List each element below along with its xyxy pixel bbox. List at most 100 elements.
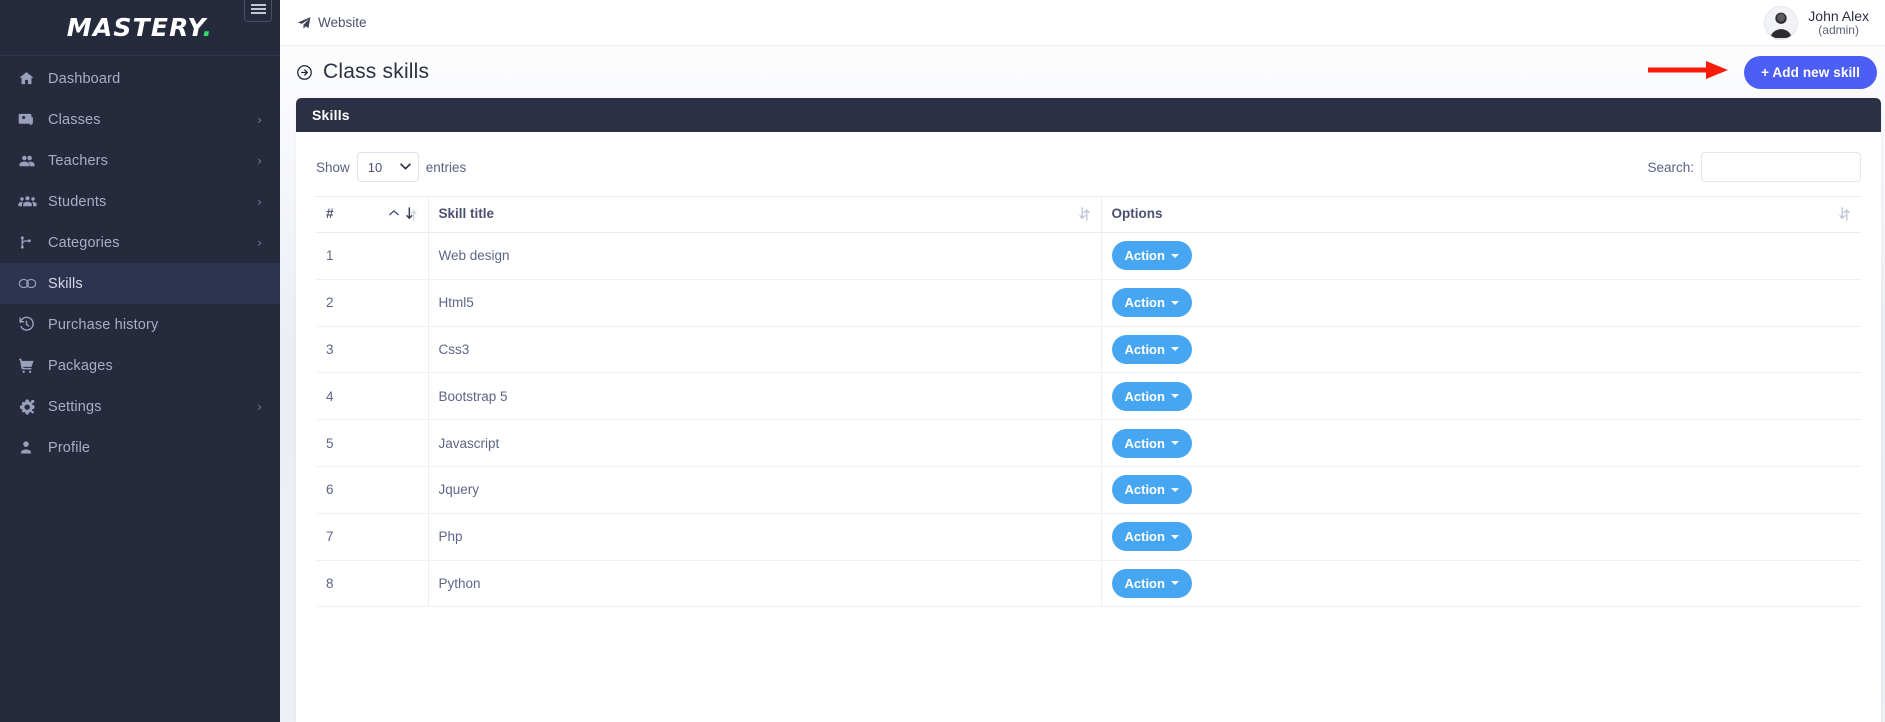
cell-number: 1: [316, 232, 429, 280]
column-header-skill-title[interactable]: Skill title: [428, 196, 1102, 233]
caret-down-icon: [1170, 581, 1179, 586]
cell-options: Action: [1101, 560, 1861, 608]
action-dropdown-button[interactable]: Action: [1111, 241, 1192, 271]
sort-ascending-icon[interactable]: [405, 206, 418, 221]
home-icon: [18, 69, 48, 89]
sidebar-item-settings[interactable]: Settings ›: [0, 386, 280, 427]
cell-options: Action: [1101, 326, 1861, 374]
cell-number: 5: [316, 419, 429, 467]
website-link[interactable]: Website: [292, 15, 367, 30]
sidebar-item-label: Settings: [48, 398, 102, 415]
action-label: Action: [1124, 248, 1165, 264]
column-header-options[interactable]: Options: [1101, 196, 1861, 233]
action-dropdown-button[interactable]: Action: [1111, 522, 1192, 552]
card-header: Skills: [296, 98, 1881, 132]
action-dropdown-button[interactable]: Action: [1111, 475, 1192, 505]
action-label: Action: [1124, 295, 1165, 311]
table-row: 1 Web design Action: [316, 232, 1861, 280]
cell-skill-title: Python: [428, 560, 1102, 608]
annotation-arrow-icon: [1648, 57, 1740, 88]
sidebar-item-label: Packages: [48, 357, 113, 374]
caret-down-icon: [1170, 347, 1179, 352]
action-dropdown-button[interactable]: Action: [1111, 334, 1192, 364]
column-label: Skill title: [438, 206, 495, 221]
table-row: 4 Bootstrap 5 Action: [316, 372, 1861, 421]
column-label: #: [326, 206, 334, 221]
sidebar-item-label: Dashboard: [48, 70, 121, 87]
cell-number: 4: [316, 372, 429, 421]
datatable-controls: Show 10 25 50 100 ent: [316, 146, 1861, 196]
action-dropdown-button[interactable]: Action: [1111, 568, 1192, 598]
sidebar-item-classes[interactable]: Classes ›: [0, 99, 280, 140]
page-header-actions: + Add new skill: [1648, 55, 1877, 89]
cell-number: 2: [316, 279, 429, 327]
website-link-label: Website: [318, 15, 367, 30]
sort-icon[interactable]: [1078, 206, 1091, 221]
action-label: Action: [1124, 529, 1165, 545]
table-row: 5 Javascript Action: [316, 419, 1861, 467]
sort-controls: [388, 206, 418, 221]
page-title-wrap: Class skills: [296, 60, 429, 84]
action-dropdown-button[interactable]: Action: [1111, 288, 1192, 318]
sidebar-item-categories[interactable]: Categories ›: [0, 222, 280, 263]
sidebar-item-students[interactable]: Students ›: [0, 181, 280, 222]
avatar: [1764, 5, 1799, 40]
cell-options: Action: [1101, 372, 1861, 421]
sidebar-item-label: Students: [48, 193, 107, 210]
caret-down-icon: [1170, 441, 1179, 446]
caret-down-icon: [1170, 253, 1179, 258]
sidebar-item-dashboard[interactable]: Dashboard: [0, 58, 280, 99]
cell-options: Action: [1101, 279, 1861, 327]
card-body: Show 10 25 50 100 ent: [296, 132, 1881, 722]
cell-number: 7: [316, 513, 429, 561]
entries-label: entries: [425, 159, 467, 175]
history-icon: [18, 315, 48, 335]
sidebar-item-packages[interactable]: Packages: [0, 345, 280, 386]
cell-number: 8: [316, 560, 429, 608]
table-row: 7 Php Action: [316, 513, 1861, 561]
sidebar-item-label: Classes: [48, 111, 101, 128]
sidebar-menu: Dashboard Classes › Teachers › Students …: [0, 56, 280, 722]
students-icon: [18, 192, 48, 212]
sidebar-item-purchase-history[interactable]: Purchase history: [0, 304, 280, 345]
user-menu[interactable]: John Alex (admin): [1764, 5, 1873, 40]
caret-down-icon: [1170, 487, 1179, 492]
classes-icon: [18, 110, 48, 130]
action-label: Action: [1124, 388, 1165, 404]
page-length-select[interactable]: 10 25 50 100: [356, 152, 419, 182]
cell-options: Action: [1101, 513, 1861, 561]
cell-options: Action: [1101, 232, 1861, 280]
action-label: Action: [1124, 482, 1165, 498]
hamburger-menu-icon[interactable]: [244, 0, 272, 22]
page-header: Class skills + Add new skill: [280, 46, 1885, 98]
cell-skill-title: Html5: [428, 279, 1102, 327]
add-new-skill-button[interactable]: + Add new skill: [1744, 55, 1877, 89]
cell-number: 6: [316, 466, 429, 514]
sidebar-item-profile[interactable]: Profile: [0, 427, 280, 468]
brand-logo[interactable]: MASTERY.: [67, 13, 213, 42]
sidebar-item-label: Teachers: [48, 152, 109, 169]
table-row: 6 Jquery Action: [316, 466, 1861, 514]
search-label: Search:: [1647, 159, 1694, 175]
sidebar-item-teachers[interactable]: Teachers ›: [0, 140, 280, 181]
sidebar-item-label: Purchase history: [48, 316, 159, 333]
table-head: # Skill title Options: [316, 196, 1861, 233]
teachers-icon: [18, 151, 48, 171]
chevron-right-icon: ›: [257, 112, 262, 127]
page-title: Class skills: [323, 60, 430, 83]
search-input[interactable]: [1701, 152, 1861, 182]
cell-skill-title: Jquery: [428, 466, 1102, 514]
caret-down-icon: [1170, 300, 1179, 305]
caret-up-icon: [388, 209, 399, 219]
show-label: Show: [316, 159, 350, 175]
caret-down-icon: [1170, 534, 1179, 539]
action-dropdown-button[interactable]: Action: [1111, 381, 1192, 411]
sort-icon[interactable]: [1838, 206, 1851, 221]
column-header-number[interactable]: #: [316, 196, 429, 233]
table-row: 3 Css3 Action: [316, 326, 1861, 374]
action-dropdown-button[interactable]: Action: [1111, 428, 1192, 458]
column-label: Options: [1111, 206, 1163, 221]
sidebar-item-skills[interactable]: Skills: [0, 263, 280, 304]
action-label: Action: [1124, 575, 1165, 591]
table-body: 1 Web design Action 2 Html5 Action 3 Css…: [316, 232, 1861, 608]
